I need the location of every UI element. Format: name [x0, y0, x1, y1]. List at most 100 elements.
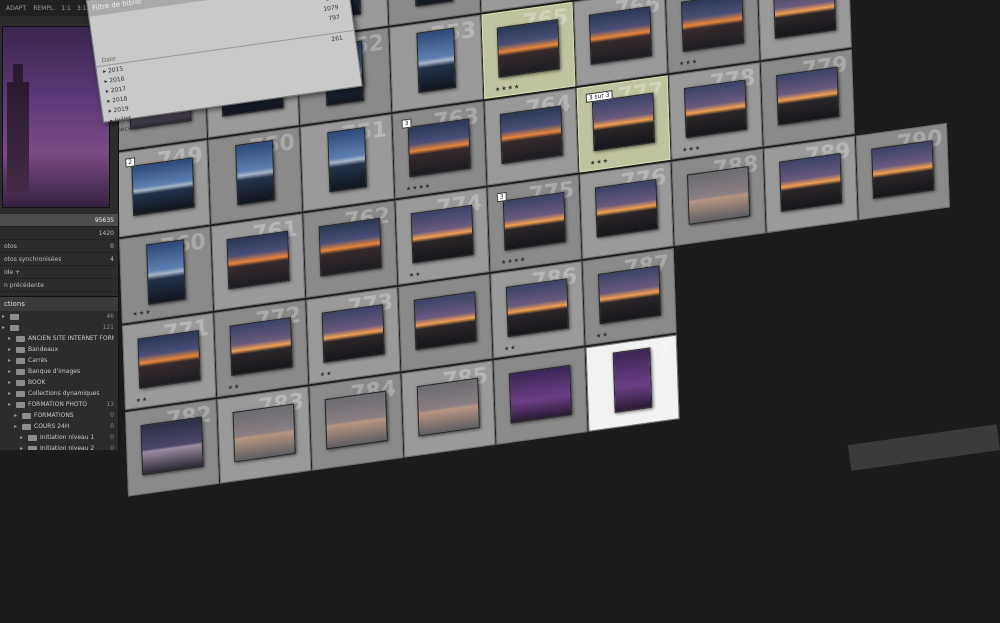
thumbnail-image[interactable] [502, 191, 566, 251]
star-rating[interactable]: ★★ [504, 344, 517, 353]
catalog-item[interactable]: 95635 [0, 214, 118, 227]
collection-item[interactable]: ▸ Initiation niveau 2 0 [0, 443, 118, 450]
thumbnail-image[interactable] [407, 118, 471, 178]
thumbnail-cell[interactable]: 7633★★★★ [392, 101, 487, 199]
star-rating[interactable]: ★★★ [679, 58, 698, 68]
collection-item[interactable]: ▸ 121 [0, 322, 118, 333]
disclosure-arrow-icon[interactable]: ▸ [14, 423, 22, 430]
thumbnail-image[interactable] [505, 278, 569, 338]
thumbnail-cell[interactable]: 783 [217, 386, 312, 484]
disclosure-arrow-icon[interactable]: ▸ [8, 401, 16, 408]
thumbnail-cell[interactable]: 789 [763, 135, 858, 234]
stack-badge[interactable]: 2 [125, 157, 136, 168]
collection-item[interactable]: ▸ BOOK [0, 377, 118, 388]
thumbnail-image[interactable] [140, 416, 204, 476]
thumbnail-image[interactable] [410, 204, 474, 264]
thumbnail-image[interactable] [318, 217, 382, 277]
thumbnail-image[interactable] [776, 66, 840, 126]
thumbnail-image[interactable] [779, 153, 843, 212]
thumbnail-image[interactable] [413, 0, 454, 7]
star-rating[interactable]: ★★★ [133, 308, 152, 318]
thumbnail-image[interactable] [324, 390, 388, 450]
stack-badge[interactable]: 3 [401, 118, 412, 129]
thumbnail-cell[interactable]: 751 [300, 114, 395, 212]
collection-item[interactable]: ▸ COURS 24H 0 [0, 421, 118, 432]
star-rating[interactable]: ★★ [409, 270, 422, 279]
disclosure-arrow-icon[interactable]: ▸ [8, 379, 16, 386]
thumbnail-cell[interactable] [398, 274, 493, 372]
thumbnail-cell[interactable]: 753 [389, 14, 484, 113]
thumbnail-cell[interactable]: 785 [401, 360, 496, 458]
thumbnail-image[interactable] [413, 291, 477, 351]
thumbnail-cell[interactable]: 766 [573, 0, 668, 87]
catalog-item[interactable]: ide + [0, 266, 118, 279]
disclosure-arrow-icon[interactable]: ▸ [8, 335, 16, 342]
collection-item[interactable]: ▸ ANCIEN SITE INTERNET FORMATION... [0, 333, 118, 344]
disclosure-arrow-icon[interactable]: ▸ [20, 445, 28, 450]
thumbnail-cell[interactable]: 786★★ [490, 261, 585, 359]
collection-item[interactable]: ▸ Carrés [0, 355, 118, 366]
zoom-3-1-tab[interactable]: 3:1 [77, 5, 87, 12]
catalog-item[interactable]: otos 0 [0, 240, 118, 253]
thumbnail-image[interactable] [594, 178, 659, 238]
collections-header[interactable]: ctions [0, 296, 118, 311]
thumbnail-cell[interactable] [493, 347, 588, 445]
thumbnail-image[interactable] [597, 265, 662, 325]
star-rating[interactable]: ★★★★ [406, 182, 432, 193]
collection-item[interactable]: ▸ Bandeaux [0, 344, 118, 355]
star-rating[interactable]: ★★★★ [495, 83, 521, 94]
disclosure-arrow-icon[interactable]: ▸ [2, 313, 10, 320]
star-rating[interactable]: ★★ [136, 396, 149, 405]
disclosure-arrow-icon[interactable]: ▸ [8, 390, 16, 397]
disclosure-arrow-icon[interactable]: ▸ [8, 357, 16, 364]
thumbnail-cell[interactable]: 784 [309, 373, 404, 471]
thumbnail-cell[interactable]: 767★★★ [665, 0, 760, 74]
thumbnail-cell[interactable]: 778★★★ [668, 62, 763, 160]
thumbnail-image[interactable] [508, 364, 573, 424]
star-rating[interactable]: ★★ [320, 370, 333, 379]
collection-item[interactable]: ▸ 46 [0, 311, 118, 322]
collection-item[interactable]: ▸ FORMATIONS 0 [0, 410, 118, 421]
thumbnail-image[interactable] [496, 19, 560, 78]
thumbnail-cell[interactable]: 773★★ [306, 286, 401, 385]
collection-item[interactable]: ▸ Initiation niveau 1 0 [0, 432, 118, 443]
thumbnail-cell[interactable]: 790 [855, 122, 950, 221]
disclosure-arrow-icon[interactable]: ▸ [8, 346, 16, 353]
thumbnail-cell[interactable]: 787★★ [582, 248, 677, 346]
thumbnail-image[interactable] [321, 304, 385, 364]
catalog-item[interactable]: otos synchronisées 4 [0, 253, 118, 266]
thumbnail-image[interactable] [131, 157, 195, 217]
thumbnail-cell[interactable]: 782 [125, 399, 220, 497]
thumbnail-cell[interactable]: 7753★★★★ [487, 174, 582, 272]
thumbnail-image[interactable] [416, 27, 457, 94]
thumbnail-cell[interactable]: 7773 sur 3★★★ [576, 75, 671, 173]
catalog-item[interactable]: n précédente [0, 279, 118, 292]
thumbnail-cell[interactable]: 750 [208, 127, 303, 225]
thumbnail-image[interactable] [871, 140, 935, 199]
thumbnail-cell[interactable]: 764 [484, 88, 579, 186]
star-rating[interactable]: ★★ [228, 383, 241, 392]
disclosure-arrow-icon[interactable]: ▸ [8, 368, 16, 375]
thumbnail-cell[interactable]: 776 [579, 161, 674, 259]
thumbnail-image[interactable] [612, 347, 653, 413]
star-rating[interactable]: ★★★★ [501, 256, 527, 267]
disclosure-arrow-icon[interactable]: ▸ [14, 412, 22, 419]
thumbnail-image[interactable] [232, 403, 296, 463]
catalog-item[interactable]: 1420 [0, 227, 118, 240]
zoom-1-1-tab[interactable]: 1:1 [61, 5, 71, 12]
thumbnail-cell[interactable]: 765★★★★ [481, 1, 576, 100]
thumbnail-cell[interactable]: 772★★ [214, 299, 309, 398]
thumbnail-cell[interactable]: 762 [303, 200, 398, 298]
star-rating[interactable]: ★★ [596, 331, 609, 340]
disclosure-arrow-icon[interactable]: ▸ [2, 324, 10, 331]
thumbnail-image[interactable] [588, 6, 653, 65]
thumbnail-image[interactable] [226, 230, 290, 290]
star-rating[interactable]: ★★★ [590, 157, 609, 167]
disclosure-arrow-icon[interactable]: ▸ [20, 434, 28, 441]
thumbnail-image[interactable] [229, 317, 293, 376]
thumbnail-image[interactable] [235, 139, 275, 206]
collection-item[interactable]: ▸ FORMATION PHOTO 13 [0, 399, 118, 410]
thumbnail-image[interactable] [680, 0, 745, 52]
thumbnail-cell[interactable]: 774★★ [395, 187, 490, 285]
thumbnail-cell[interactable]: 771★★ [122, 312, 217, 411]
